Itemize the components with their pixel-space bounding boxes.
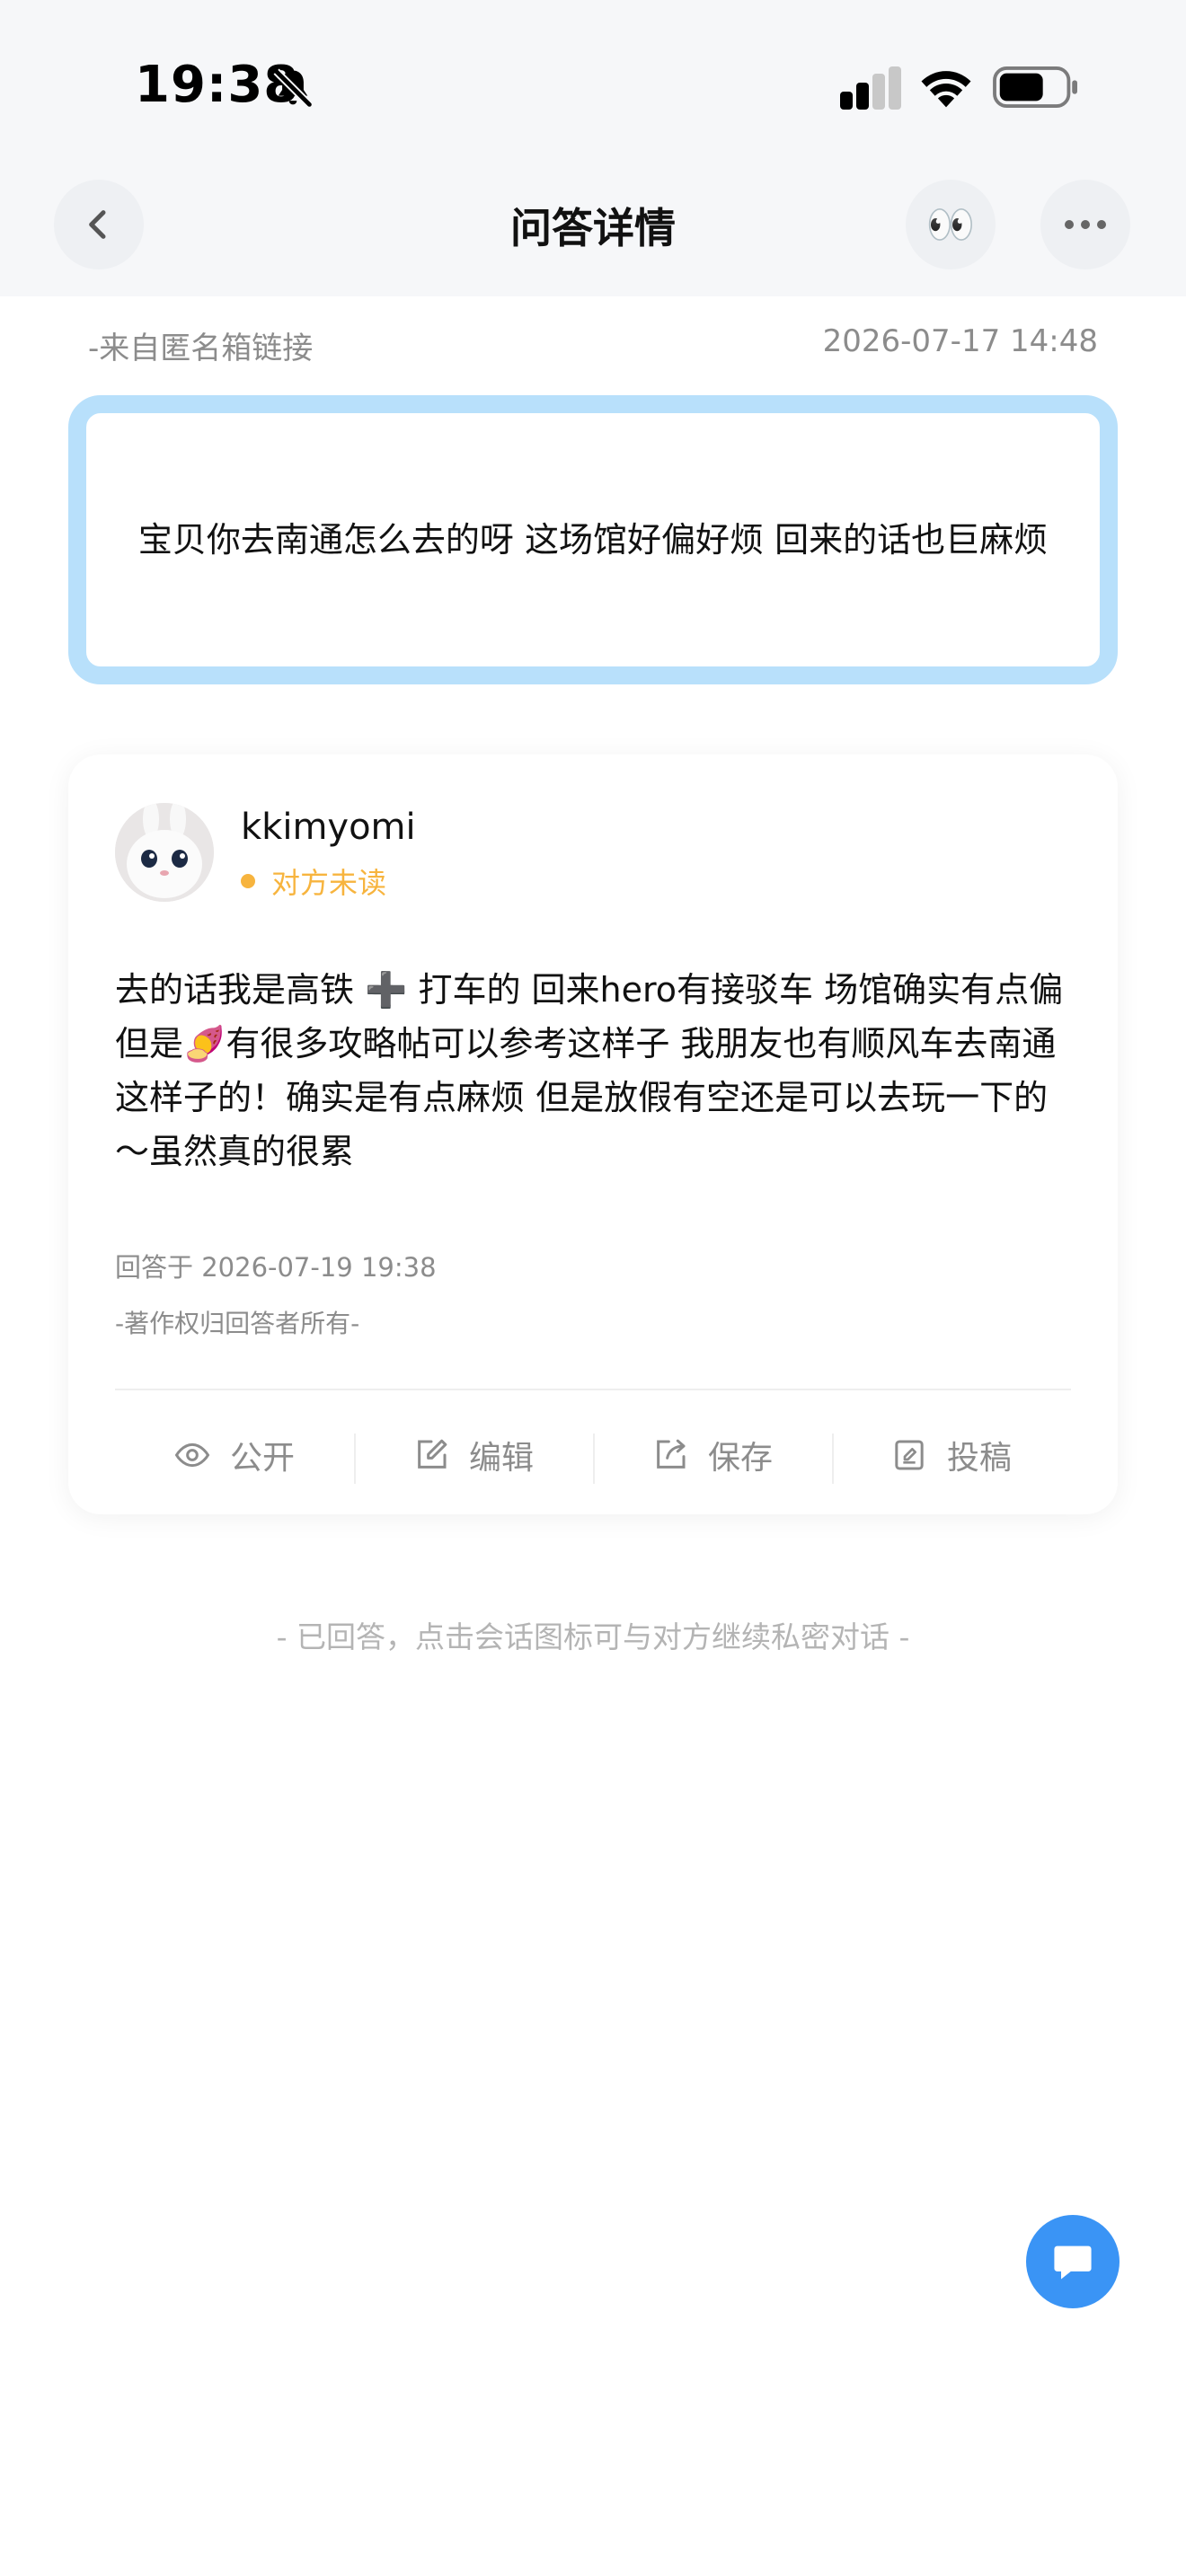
read-status: 对方未读: [241, 860, 386, 902]
edit-icon: [418, 1439, 447, 1469]
chat-button[interactable]: [1026, 2215, 1120, 2308]
read-status-label: 对方未读: [271, 866, 387, 900]
question-text: 宝贝你去南通怎么去的呀 这场馆好偏好烦 回来的话也巨麻烦: [137, 520, 1049, 560]
page-title: 问答详情: [510, 204, 676, 252]
answer-card: kkimyomi 对方未读 去的话我是高铁 ➕ 打车的 回来hero有接驳车 场…: [68, 754, 1118, 1514]
cellular-signal-icon: [840, 66, 901, 110]
submit-label: 投稿: [946, 1440, 1012, 1477]
public-button[interactable]: 公开: [115, 1410, 354, 1500]
eyes-button[interactable]: 👀: [906, 180, 996, 269]
save-button[interactable]: 保存: [593, 1410, 832, 1500]
copyright-note: -著作权归回答者所有-: [115, 1309, 360, 1338]
submit-icon: [895, 1440, 924, 1470]
nav-bar: 问答详情 👀: [0, 153, 1186, 296]
answer-actions: 公开 编辑 保存 投稿: [115, 1410, 1071, 1500]
rabbit-avatar-icon: [115, 803, 214, 902]
answer-text: 去的话我是高铁 ➕ 打车的 回来hero有接驳车 场馆确实有点偏 但是🍠有很多攻…: [115, 970, 1064, 1171]
chat-bubble-icon: [1054, 2245, 1092, 2280]
more-button[interactable]: [1040, 180, 1130, 269]
question-card: 宝贝你去南通怎么去的呀 这场馆好偏好烦 回来的话也巨麻烦: [68, 395, 1118, 684]
edit-label: 编辑: [468, 1440, 534, 1477]
save-label: 保存: [707, 1440, 773, 1477]
share-save-icon: [657, 1439, 686, 1469]
wifi-icon: [921, 71, 971, 108]
eye-icon: [174, 1442, 210, 1468]
status-bar: 19:38: [0, 0, 1186, 153]
divider: [115, 1389, 1071, 1390]
question-source: -来自匿名箱链接: [88, 331, 314, 366]
footer-hint: - 已回答，点击会话图标可与对方继续私密对话 -: [276, 1619, 910, 1654]
submit-button[interactable]: 投稿: [832, 1410, 1071, 1500]
answered-time: 回答于 2026-07-19 19:38: [115, 1252, 437, 1283]
avatar[interactable]: [115, 803, 214, 902]
edit-button[interactable]: 编辑: [354, 1410, 593, 1500]
more-dots-icon: [1065, 220, 1106, 229]
answerer-username[interactable]: kkimyomi: [241, 807, 416, 848]
public-label: 公开: [229, 1440, 295, 1477]
battery-icon: [993, 66, 1077, 108]
bell-muted-icon: [273, 68, 313, 108]
question-date: 2026-07-17 14:48: [822, 323, 1098, 359]
question-meta: -来自匿名箱链接 2026-07-17 14:48: [88, 323, 1098, 368]
unread-dot-icon: [241, 874, 255, 888]
eyes-emoji-icon: 👀: [925, 202, 976, 248]
